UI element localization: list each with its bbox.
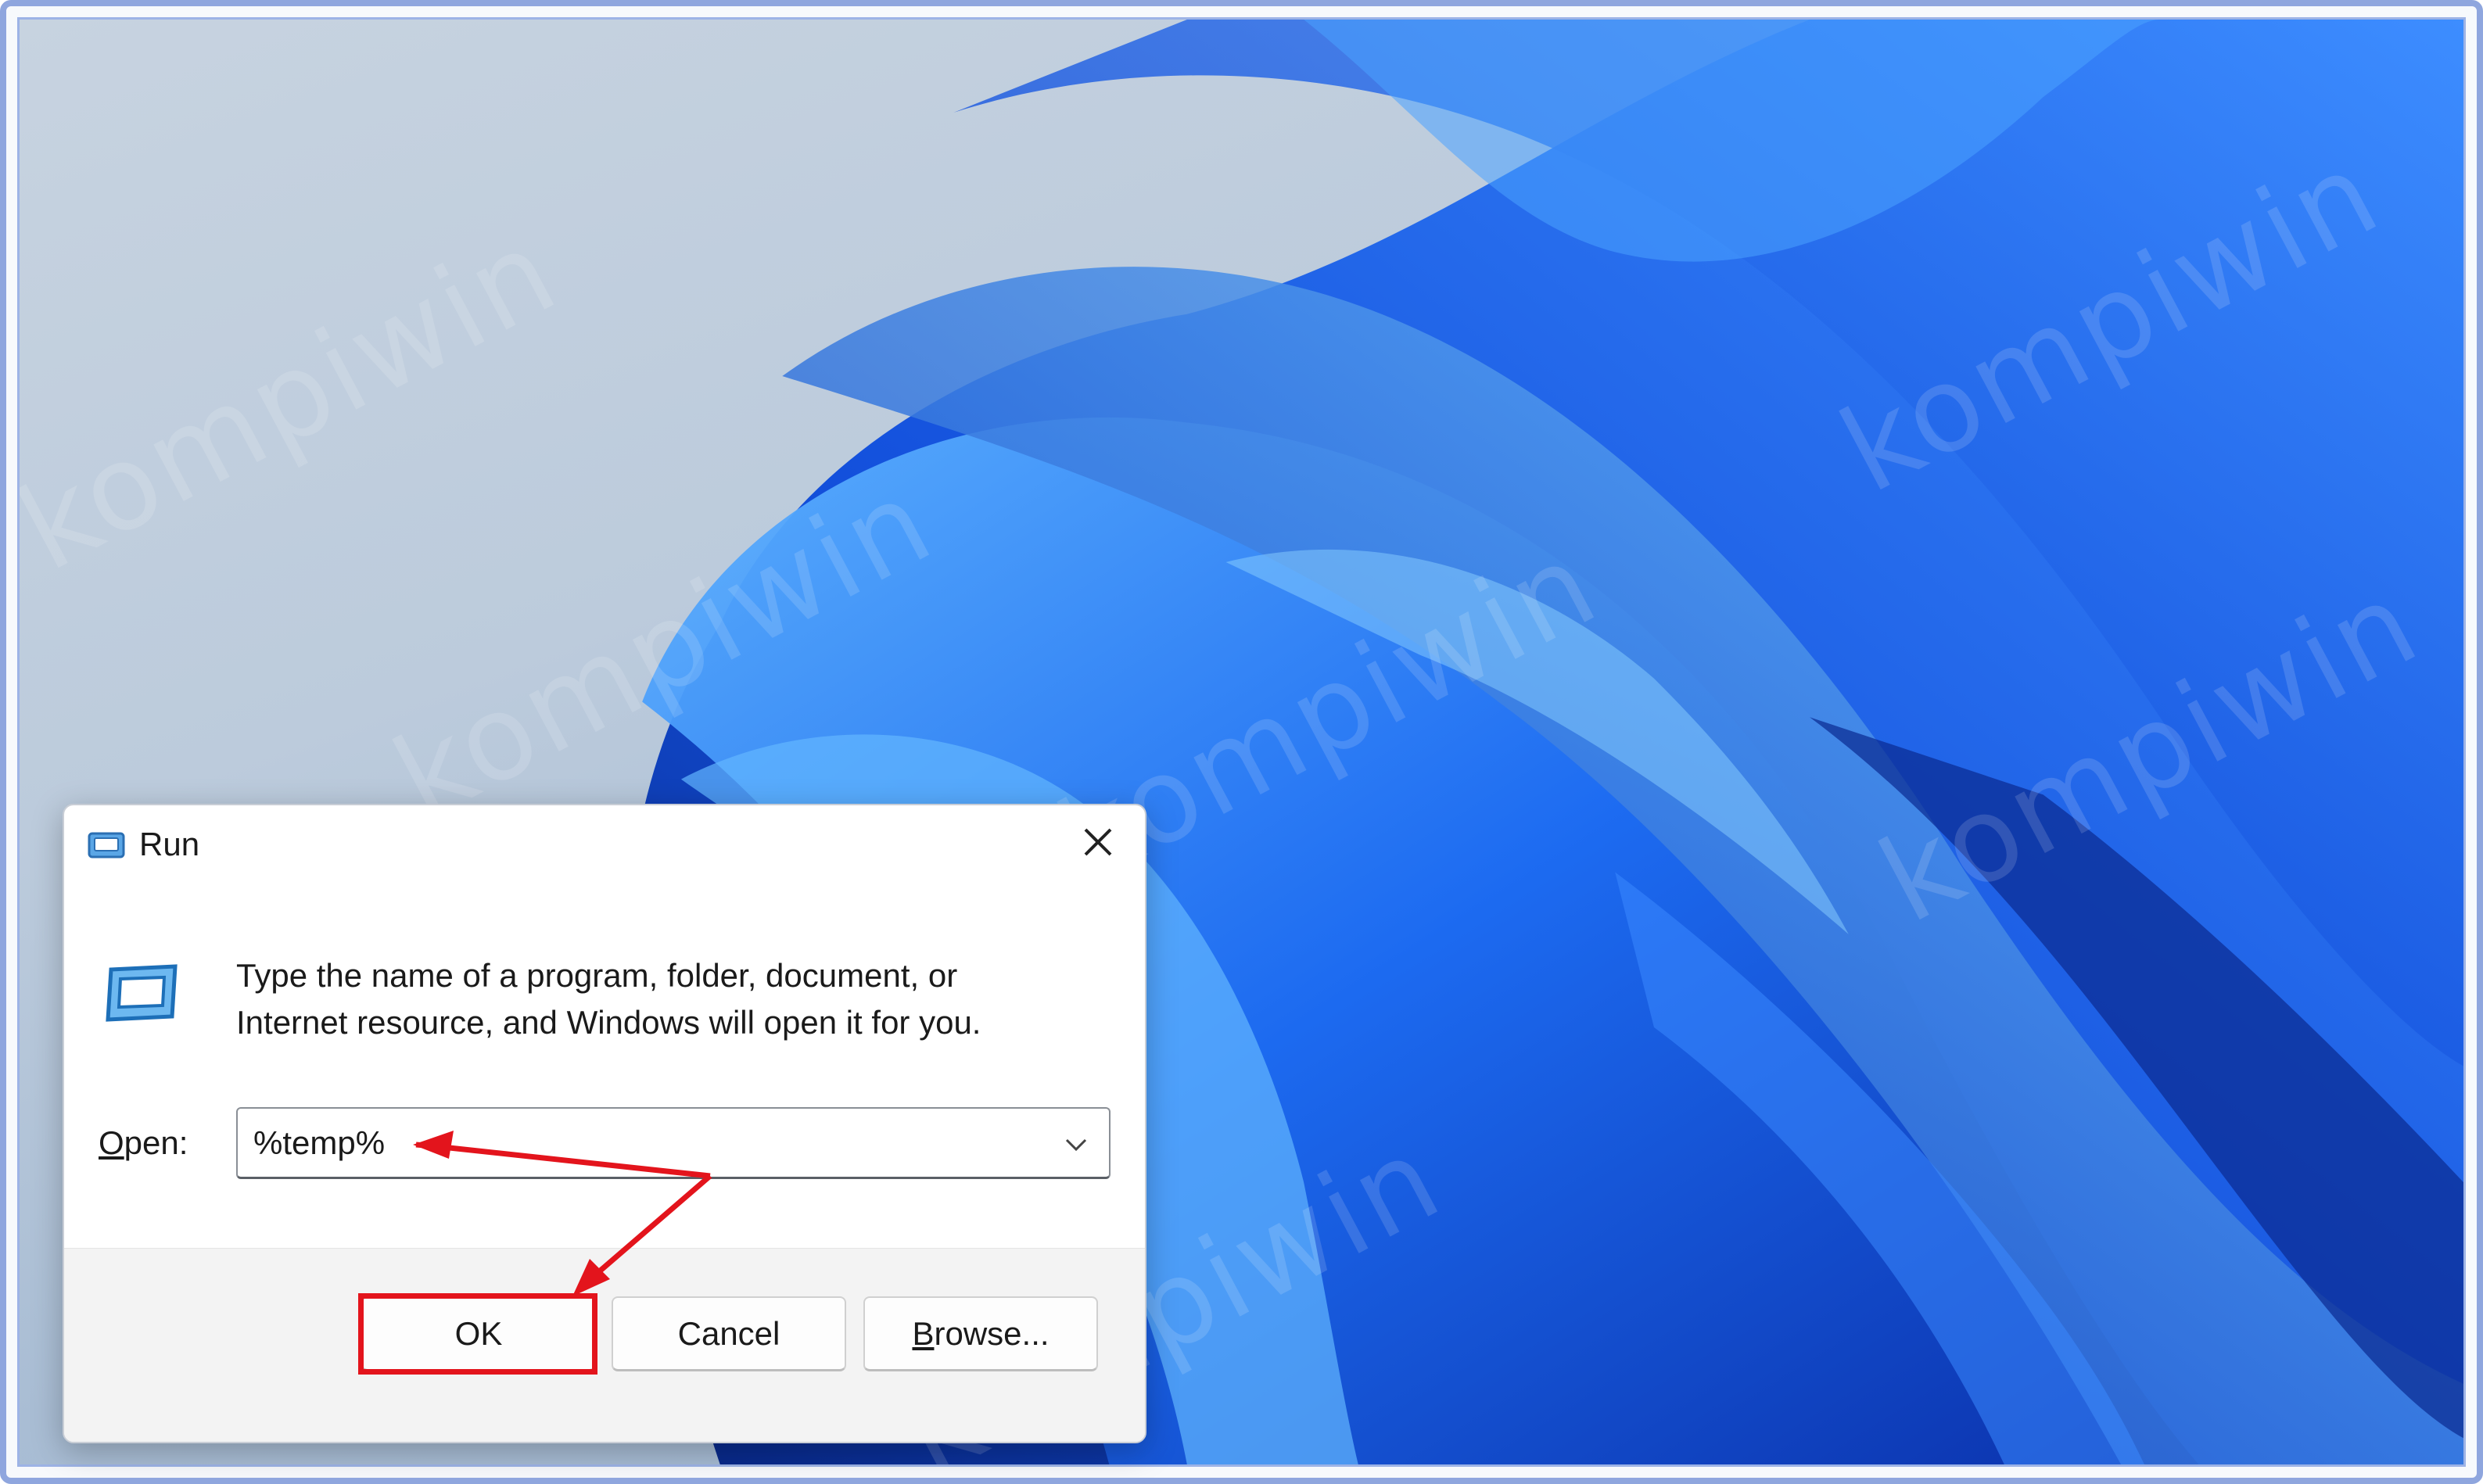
dialog-description: Type the name of a program, folder, docu… [236,952,1096,1046]
cancel-button[interactable]: Cancel [612,1296,846,1371]
open-label: Open: [99,1124,188,1162]
browse-button[interactable]: Browse... [863,1296,1098,1371]
ok-button[interactable]: OK [361,1296,596,1371]
browse-label-text: rowse... [934,1314,1050,1352]
close-button[interactable] [1065,815,1131,873]
open-label-text: pen: [124,1124,188,1161]
dialog-title: Run [139,826,200,862]
open-label-accesskey: O [99,1124,124,1161]
description-line: Internet resource, and Windows will open… [236,1004,981,1041]
run-icon [88,829,127,862]
run-dialog: Run Type the name of a program, folder, … [63,804,1146,1443]
open-combobox[interactable] [236,1107,1111,1179]
browse-accesskey: B [912,1314,935,1352]
title-bar[interactable]: Run [64,805,1145,887]
description-line: Type the name of a program, folder, docu… [236,957,958,994]
close-icon [1082,826,1114,862]
open-input[interactable] [253,1121,1004,1165]
screenshot-frame: kompiwin kompiwin kompiwin kompiwin komp… [0,0,2483,1484]
chevron-down-icon[interactable] [1059,1127,1093,1162]
run-icon [103,962,181,1024]
